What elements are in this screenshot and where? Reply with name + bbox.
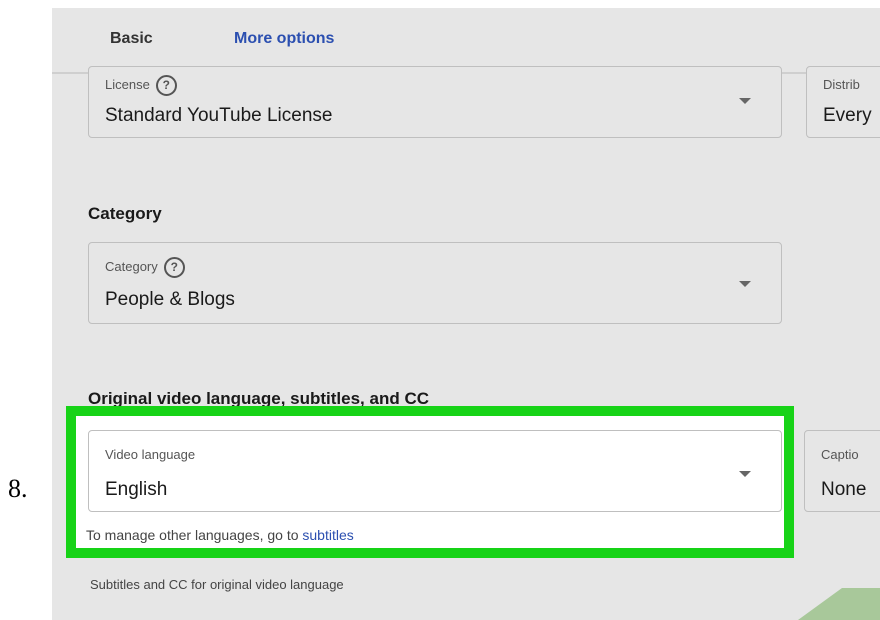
tab-more-options[interactable]: More options [234,30,334,48]
tab-basic[interactable]: Basic [110,30,153,48]
decorative-shape-edge [798,588,842,620]
manage-languages-text: To manage other languages, go to subtitl… [86,527,354,543]
subtitles-note: Subtitles and CC for original video lang… [90,577,344,592]
help-icon[interactable]: ? [155,75,177,96]
chevron-down-icon [739,98,751,104]
step-number: 8. [8,474,28,503]
video-language-dropdown[interactable]: Video language English [88,430,782,512]
license-label: License [105,76,150,92]
captions-value: None [821,479,867,500]
category-heading: Category [88,204,162,223]
category-label: Category [105,258,158,274]
chevron-down-icon [739,471,751,477]
tab-bar: Basic More options [52,8,880,74]
video-language-value: English [105,479,168,500]
chevron-down-icon [739,281,751,287]
decorative-shape [842,588,880,620]
captions-dropdown[interactable]: Captio None [804,430,880,512]
category-dropdown[interactable]: Category? People & Blogs [88,242,782,324]
category-value: People & Blogs [105,289,235,310]
license-value: Standard YouTube License [105,105,333,126]
distribution-value: Every [823,105,872,126]
manage-languages-prefix: To manage other languages, go to [86,527,303,543]
subtitles-link[interactable]: subtitles [302,527,353,543]
license-dropdown[interactable]: License? Standard YouTube License [88,66,782,138]
help-icon[interactable]: ? [163,257,185,278]
distribution-dropdown[interactable]: Distrib Every [806,66,880,138]
video-language-label: Video language [105,447,196,462]
more-options-panel: Basic More options License? Standard You… [52,8,880,620]
captions-label: Captio [821,447,859,462]
distribution-label: Distrib [823,77,860,92]
